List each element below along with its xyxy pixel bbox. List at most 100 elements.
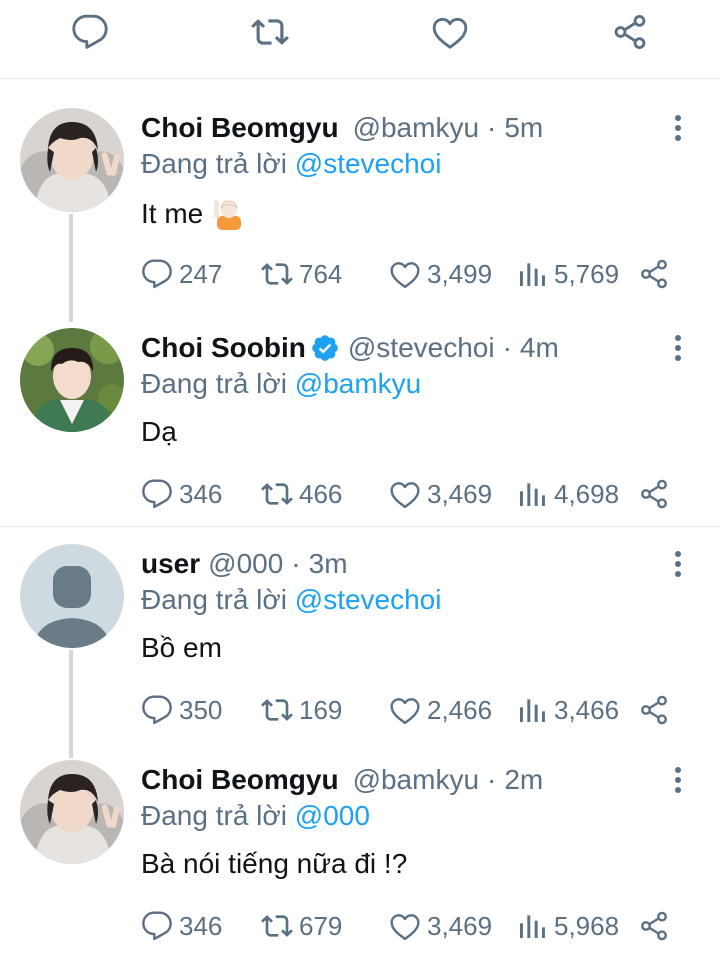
views-button[interactable]: 4,698 bbox=[516, 476, 619, 512]
share-icon bbox=[638, 258, 670, 290]
reply-icon[interactable] bbox=[70, 12, 110, 52]
like-button[interactable]: 3,469 bbox=[389, 476, 492, 512]
replying-to: Đang trả lời @stevechoi bbox=[141, 584, 441, 616]
like-icon bbox=[389, 694, 421, 726]
reply-button[interactable]: 346 bbox=[141, 476, 222, 512]
retweet-count: 169 bbox=[299, 694, 343, 725]
avatar[interactable] bbox=[20, 328, 124, 432]
author-handle[interactable]: @stevechoi bbox=[348, 332, 495, 364]
author-name[interactable]: user bbox=[141, 548, 200, 580]
reply-button[interactable]: 247 bbox=[141, 256, 222, 292]
views-button[interactable]: 5,968 bbox=[516, 908, 619, 944]
reply-icon bbox=[141, 694, 173, 726]
like-icon bbox=[389, 910, 421, 942]
reply-count: 346 bbox=[179, 910, 223, 941]
author-name[interactable]: Choi Beomgyu bbox=[141, 764, 339, 796]
author-name[interactable]: Choi Beomgyu bbox=[141, 112, 339, 144]
retweet-button[interactable]: 169 bbox=[261, 692, 342, 728]
like-icon[interactable] bbox=[430, 12, 470, 52]
timestamp[interactable]: 5m bbox=[504, 112, 543, 144]
reply-icon bbox=[141, 910, 173, 942]
mention-link[interactable]: @bamkyu bbox=[295, 368, 421, 399]
views-button[interactable]: 3,466 bbox=[516, 692, 619, 728]
tweet-body: It me bbox=[141, 198, 204, 229]
like-icon bbox=[389, 258, 421, 290]
replying-to-label: Đang trả lời bbox=[141, 800, 295, 831]
avatar[interactable] bbox=[20, 108, 124, 212]
share-button[interactable] bbox=[638, 692, 670, 728]
share-button[interactable] bbox=[638, 256, 670, 292]
retweet-icon bbox=[261, 694, 293, 726]
replying-to-label: Đang trả lời bbox=[141, 148, 295, 179]
tweet-text: Bà nói tiếng nữa đi !? bbox=[141, 848, 407, 880]
views-button[interactable]: 5,769 bbox=[516, 256, 619, 292]
tweet[interactable]: Choi Beomgyu @bamkyu · 2m Đang trả lời @… bbox=[0, 760, 720, 970]
timestamp[interactable]: 3m bbox=[309, 548, 348, 580]
more-options-icon[interactable] bbox=[666, 330, 690, 366]
separator-dot: · bbox=[502, 332, 512, 363]
reply-count: 247 bbox=[179, 258, 223, 289]
view-count: 5,769 bbox=[554, 258, 620, 289]
more-options-icon[interactable] bbox=[666, 110, 690, 146]
tweet[interactable]: user @000 · 3m Đang trả lời @stevechoi B… bbox=[0, 544, 720, 754]
views-icon bbox=[516, 694, 548, 726]
person-raising-hand-emoji-icon bbox=[211, 196, 247, 232]
view-count: 4,698 bbox=[554, 478, 620, 509]
retweet-count: 679 bbox=[299, 910, 343, 941]
like-count: 2,466 bbox=[427, 694, 493, 725]
tweet-text: Bồ em bbox=[141, 632, 222, 664]
mention-link[interactable]: @stevechoi bbox=[295, 148, 442, 179]
tweet-header: user @000 · 3m bbox=[141, 546, 348, 582]
author-handle[interactable]: @bamkyu bbox=[353, 112, 479, 144]
replying-to: Đang trả lời @bamkyu bbox=[141, 368, 421, 400]
like-button[interactable]: 3,469 bbox=[389, 908, 492, 944]
share-button[interactable] bbox=[638, 476, 670, 512]
tweet-text: It me bbox=[141, 196, 247, 232]
views-icon bbox=[516, 910, 548, 942]
retweet-count: 466 bbox=[299, 478, 343, 509]
mention-link[interactable]: @000 bbox=[295, 800, 370, 831]
more-options-icon[interactable] bbox=[666, 546, 690, 582]
like-count: 3,499 bbox=[427, 258, 493, 289]
tweet-header: Choi Beomgyu @bamkyu · 5m bbox=[141, 110, 543, 146]
reply-button[interactable]: 350 bbox=[141, 692, 222, 728]
share-button[interactable] bbox=[638, 908, 670, 944]
tweet-header: Choi Beomgyu @bamkyu · 2m bbox=[141, 762, 543, 798]
retweet-button[interactable]: 764 bbox=[261, 256, 342, 292]
timestamp[interactable]: 4m bbox=[520, 332, 559, 364]
view-count: 3,466 bbox=[554, 694, 620, 725]
retweet-button[interactable]: 679 bbox=[261, 908, 342, 944]
share-icon bbox=[638, 478, 670, 510]
tweet-actions: 346 679 3,469 5,968 bbox=[141, 908, 681, 944]
retweet-icon[interactable] bbox=[250, 12, 290, 52]
reply-count: 350 bbox=[179, 694, 223, 725]
tweet-actions: 350 169 2,466 3,466 bbox=[141, 692, 681, 728]
like-button[interactable]: 3,499 bbox=[389, 256, 492, 292]
retweet-button[interactable]: 466 bbox=[261, 476, 342, 512]
author-handle[interactable]: @000 bbox=[208, 548, 283, 580]
tweet[interactable]: Choi Soobin @stevechoi · 4m Đang trả lời… bbox=[0, 328, 720, 538]
views-icon bbox=[516, 258, 548, 290]
mention-link[interactable]: @stevechoi bbox=[295, 584, 442, 615]
reply-icon bbox=[141, 478, 173, 510]
views-icon bbox=[516, 478, 548, 510]
avatar[interactable] bbox=[20, 544, 124, 648]
parent-action-bar bbox=[0, 0, 720, 79]
tweet[interactable]: Choi Beomgyu @bamkyu · 5m Đang trả lời @… bbox=[0, 108, 720, 318]
retweet-icon bbox=[261, 910, 293, 942]
like-button[interactable]: 2,466 bbox=[389, 692, 492, 728]
avatar[interactable] bbox=[20, 760, 124, 864]
tweet-body: Bồ em bbox=[141, 632, 222, 663]
like-count: 3,469 bbox=[427, 910, 493, 941]
reply-button[interactable]: 346 bbox=[141, 908, 222, 944]
share-icon bbox=[638, 910, 670, 942]
author-handle[interactable]: @bamkyu bbox=[353, 764, 479, 796]
tweet-body: Dạ bbox=[141, 416, 177, 447]
like-icon bbox=[389, 478, 421, 510]
timestamp[interactable]: 2m bbox=[504, 764, 543, 796]
share-icon[interactable] bbox=[610, 12, 650, 52]
author-name[interactable]: Choi Soobin bbox=[141, 332, 306, 364]
share-icon bbox=[638, 694, 670, 726]
replying-to: Đang trả lời @stevechoi bbox=[141, 148, 441, 180]
more-options-icon[interactable] bbox=[666, 762, 690, 798]
